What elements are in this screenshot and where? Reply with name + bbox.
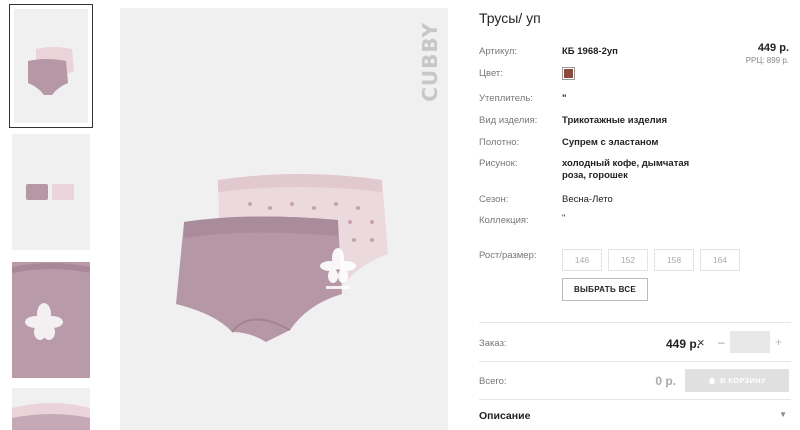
order-label: Заказ:: [479, 338, 507, 349]
cart-icon: [709, 377, 716, 384]
thumbnail-strip: [8, 4, 94, 430]
order-price: 449 р.: [665, 337, 700, 351]
color-swatch[interactable]: [562, 67, 575, 80]
attribute-label: Артикул:: [479, 46, 518, 57]
attribute-value: Весна-Лето: [562, 194, 613, 205]
product-price: 449 р.: [757, 42, 789, 54]
thumbnail-4-image: [12, 403, 90, 430]
quantity-input[interactable]: [730, 331, 770, 353]
attribute-label: Вид изделия:: [479, 115, 538, 126]
thumbnail-1-image: [28, 47, 74, 95]
thumbnail-3-image: [12, 262, 90, 378]
total-label: Всего:: [479, 376, 507, 387]
attribute-label: Рисунок:: [479, 158, 518, 169]
divider: [479, 399, 791, 400]
main-product-image[interactable]: CUBBY: [120, 8, 448, 430]
product-info-panel: Трусы/ уп 449 р. РРЦ: 899 р. Артикул: КБ…: [479, 0, 791, 430]
select-all-button[interactable]: ВЫБРАТЬ ВСЕ: [562, 278, 648, 301]
add-to-cart-button[interactable]: В КОРЗИНУ: [685, 369, 789, 392]
attribute-label: Цвет:: [479, 68, 503, 79]
chevron-down-icon[interactable]: ▼: [779, 410, 787, 419]
attribute-label: Полотно:: [479, 137, 520, 148]
attribute-label: Сезон:: [479, 194, 509, 205]
recommended-price: РРЦ: 899 р.: [745, 56, 789, 65]
divider: [479, 361, 791, 362]
attribute-value: КБ 1968-2уп: [562, 46, 618, 57]
product-title: Трусы/ уп: [479, 10, 541, 26]
size-option-164[interactable]: 164: [700, 249, 740, 271]
description-toggle[interactable]: Описание: [479, 410, 530, 422]
decrease-quantity-button[interactable]: –: [718, 335, 725, 349]
attribute-value: холодный кофе, дымчатая роза, горошек: [562, 158, 690, 181]
size-option-146[interactable]: 146: [562, 249, 602, 271]
increase-quantity-button[interactable]: +: [775, 335, 782, 349]
size-label: Рост/размер:: [479, 250, 537, 261]
attribute-value: ": [562, 93, 567, 104]
attribute-value: ": [562, 213, 566, 223]
thumbnail-3[interactable]: [12, 262, 90, 378]
thumbnail-2-image: [26, 184, 74, 200]
thumbnail-1[interactable]: [9, 4, 93, 128]
multiply-icon: ×: [697, 335, 705, 350]
thumbnail-2[interactable]: [12, 134, 90, 250]
attribute-value: Трикотажные изделия: [562, 115, 668, 126]
thumbnail-4[interactable]: [12, 388, 90, 430]
divider: [479, 322, 791, 323]
attribute-label: Коллекция:: [479, 215, 529, 226]
attribute-value: Супрем с эластаном: [562, 137, 659, 148]
attribute-label: Утеплитель:: [479, 93, 533, 104]
size-option-158[interactable]: 158: [654, 249, 694, 271]
size-option-152[interactable]: 152: [608, 249, 648, 271]
product-illustration: [176, 174, 388, 342]
add-to-cart-label: В КОРЗИНУ: [720, 376, 766, 385]
total-price: 0 р.: [655, 374, 676, 388]
